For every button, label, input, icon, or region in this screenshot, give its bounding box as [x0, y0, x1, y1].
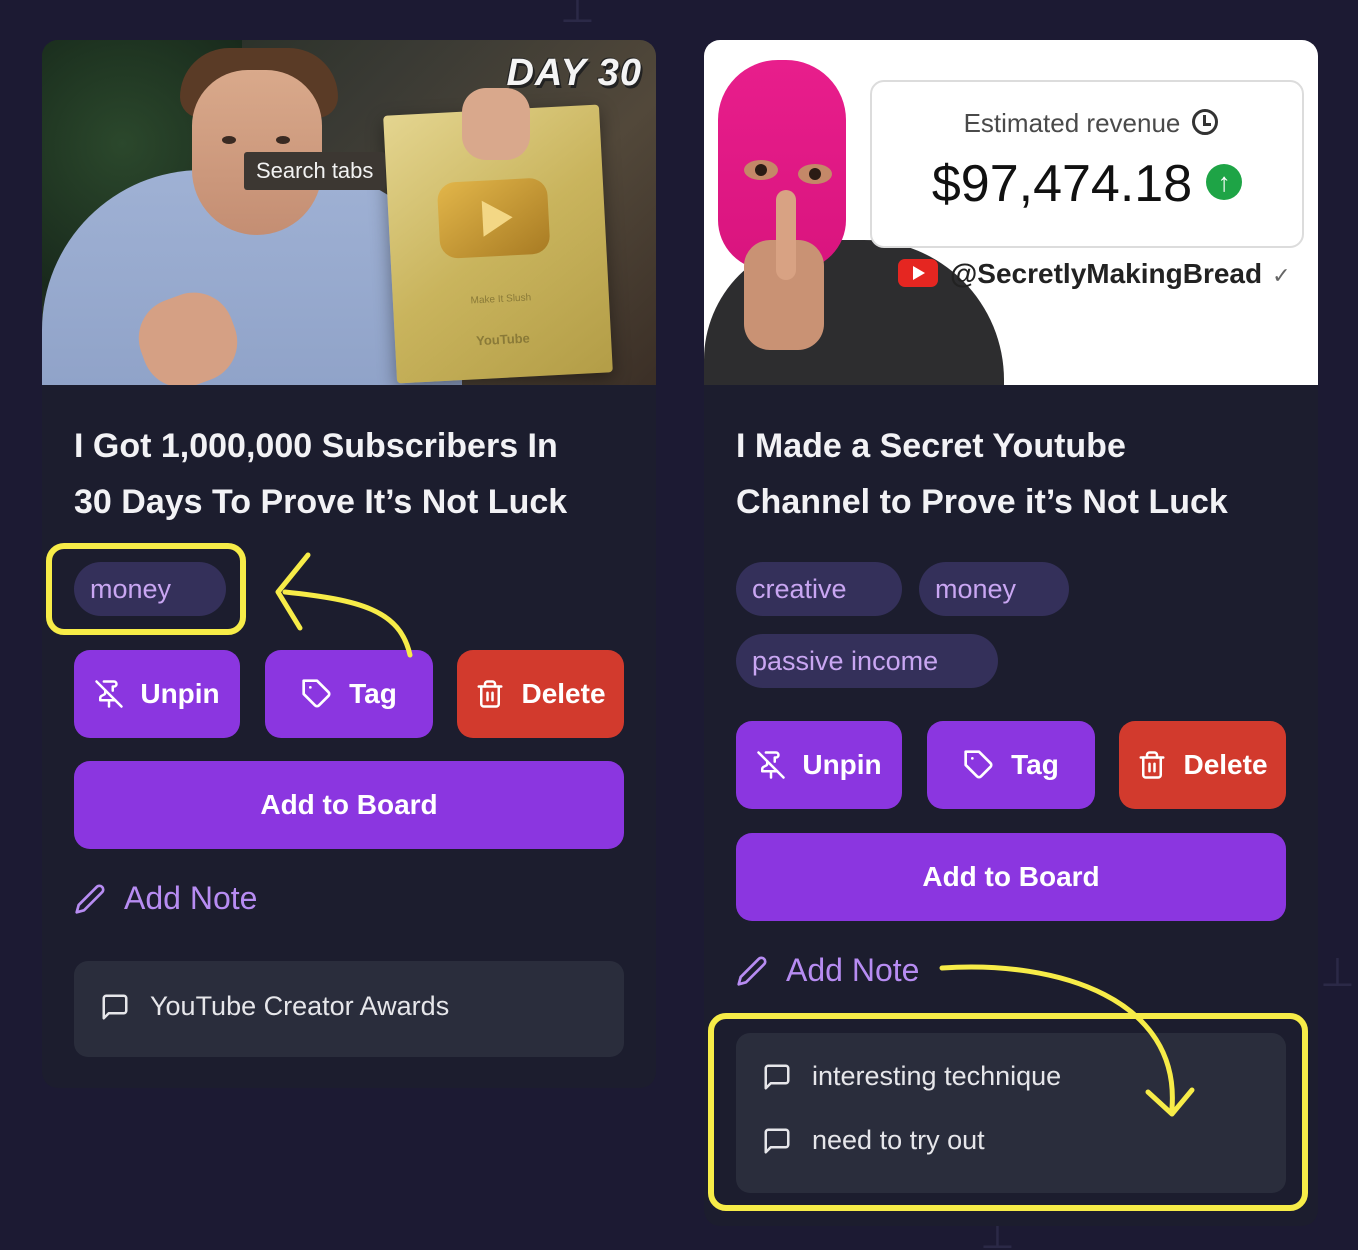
annotation-arrows: [275, 552, 1195, 1117]
annotation-arrow-to-tag: [282, 589, 413, 658]
annotation-arrow-to-notes: [939, 964, 1175, 1111]
